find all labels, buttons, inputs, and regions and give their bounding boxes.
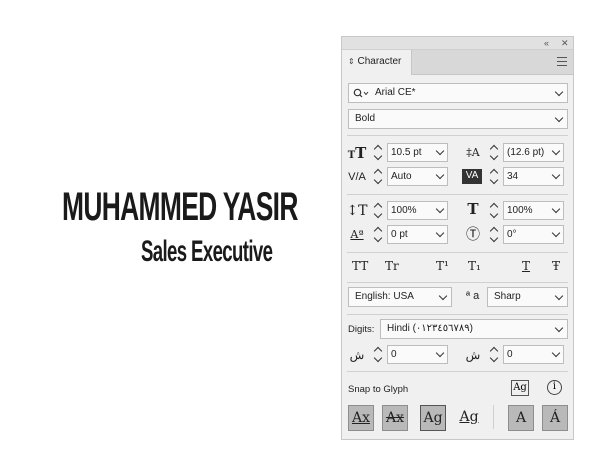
superscript-button[interactable]: T¹ [436, 259, 449, 273]
sort-arrows-icon: ⇕ [348, 57, 355, 66]
divider [347, 194, 568, 195]
rotation-input[interactable]: 0° [503, 225, 551, 244]
font-family-select[interactable]: Arial CE* [348, 83, 568, 103]
baseline-shift-dropdown[interactable] [434, 225, 448, 244]
digits-select[interactable]: Hindi (٠١٢٣٤٥٦٧٨٩) [380, 319, 568, 339]
tracking-icon: VA [462, 169, 482, 184]
arabic-stepper-2[interactable] [488, 345, 502, 364]
divider [347, 252, 568, 253]
character-rotation-icon: Ⓣ [466, 227, 480, 243]
card-role: Sales Executive [141, 235, 273, 268]
panel-tab-row: ⇕ Character [342, 50, 573, 75]
diacritic-horizontal-icon: ﺵ [465, 348, 481, 362]
leading-dropdown[interactable] [550, 143, 564, 162]
baseline-shift-input[interactable]: 0 pt [387, 225, 435, 244]
antialias-select[interactable]: Sharp [487, 287, 568, 307]
arabic-input-2[interactable]: 0 [503, 345, 551, 364]
arabic-dropdown-2[interactable] [550, 345, 564, 364]
kerning-icon: V/A [348, 171, 366, 183]
font-family-value: Arial CE* [375, 87, 416, 98]
divider [347, 135, 568, 136]
language-select[interactable]: English: USA [348, 287, 452, 307]
antialias-value: Sharp [494, 291, 521, 302]
font-size-icon: TT [347, 144, 367, 162]
arabic-stepper-1[interactable] [372, 345, 386, 364]
baseline-shift-stepper[interactable] [372, 225, 386, 244]
font-style-select[interactable]: Bold [348, 109, 568, 129]
type-style-buttons: TT Tr T¹ T₁ T Ŧ [342, 259, 573, 277]
snap-baseline-button[interactable]: Ax [348, 405, 374, 431]
snap-glyph-icon[interactable]: Ag [511, 380, 529, 396]
chevron-down-icon [553, 84, 567, 102]
small-caps-button[interactable]: Tr [385, 259, 399, 273]
tracking-input[interactable]: 34 [503, 167, 551, 186]
tab-character[interactable]: ⇕ Character [342, 50, 412, 75]
divider [493, 405, 494, 429]
horizontal-scale-dropdown[interactable] [550, 201, 564, 220]
rotation-stepper[interactable] [488, 225, 502, 244]
leading-stepper[interactable] [488, 143, 502, 162]
font-size-stepper[interactable] [372, 143, 386, 162]
vertical-scale-input[interactable]: 100% [387, 201, 435, 220]
font-size-dropdown[interactable] [434, 143, 448, 162]
arabic-input-1[interactable]: 0 [387, 345, 435, 364]
chevron-down-icon [553, 288, 567, 306]
subscript-button[interactable]: T₁ [468, 259, 481, 273]
snap-glyph-bounds-button[interactable]: Ag [420, 405, 446, 431]
horizontal-scale-icon: T [467, 200, 479, 218]
chevron-down-icon [553, 110, 567, 128]
kerning-input[interactable]: Auto [387, 167, 435, 186]
vertical-scale-dropdown[interactable] [434, 201, 448, 220]
vertical-scale-stepper[interactable] [372, 201, 386, 220]
snap-angular-guides-button[interactable]: A [508, 405, 534, 431]
divider [347, 371, 568, 372]
rotation-dropdown[interactable] [550, 225, 564, 244]
chevron-down-icon [553, 320, 567, 338]
tracking-stepper[interactable] [488, 167, 502, 186]
panel-menu-icon[interactable] [557, 57, 567, 66]
kerning-stepper[interactable] [372, 167, 386, 186]
tracking-dropdown[interactable] [550, 167, 564, 186]
all-caps-button[interactable]: TT [352, 259, 368, 273]
diacritic-vertical-icon: ﺵ [349, 348, 365, 362]
horizontal-scale-stepper[interactable] [488, 201, 502, 220]
close-icon[interactable]: ✕ [561, 37, 569, 49]
baseline-shift-icon: Aª [350, 228, 364, 241]
arabic-dropdown-1[interactable] [434, 345, 448, 364]
divider [347, 282, 568, 283]
kerning-dropdown[interactable] [434, 167, 448, 186]
leading-input[interactable]: (12.6 pt) [503, 143, 551, 162]
underline-button[interactable]: T [522, 259, 530, 273]
snap-to-glyph-label: Snap to Glyph [348, 384, 409, 395]
vertical-scale-icon: ↕T [346, 203, 368, 219]
snap-xheight-button[interactable]: Ax [382, 405, 408, 431]
horizontal-scale-input[interactable]: 100% [503, 201, 551, 220]
font-style-value: Bold [355, 113, 376, 124]
character-panel: « ✕ ⇕ Character Arial CE* Bold TT 10.5 p… [341, 36, 574, 440]
font-size-input[interactable]: 10.5 pt [387, 143, 435, 162]
snap-proximity-guides-button[interactable]: Ag [456, 405, 482, 431]
chevron-down-icon [437, 288, 451, 306]
card-name: MUHAMMED YASIR [62, 185, 298, 229]
tab-character-label: Character [357, 56, 402, 67]
digits-label: Digits: [348, 324, 375, 335]
language-value: English: USA [355, 291, 414, 302]
search-icon [353, 88, 369, 98]
digits-value: Hindi (٠١٢٣٤٥٦٧٨٩) [387, 323, 473, 334]
collapse-icon[interactable]: « [544, 37, 549, 49]
panel-topbar: « ✕ [342, 37, 573, 50]
divider [347, 314, 568, 315]
antialias-icon: ª a [466, 290, 480, 302]
strikethrough-button[interactable]: Ŧ [552, 259, 560, 273]
leading-icon: ‡A [466, 146, 480, 159]
info-icon[interactable]: i [547, 380, 562, 395]
snap-anchor-point-button[interactable]: Á [542, 405, 568, 431]
